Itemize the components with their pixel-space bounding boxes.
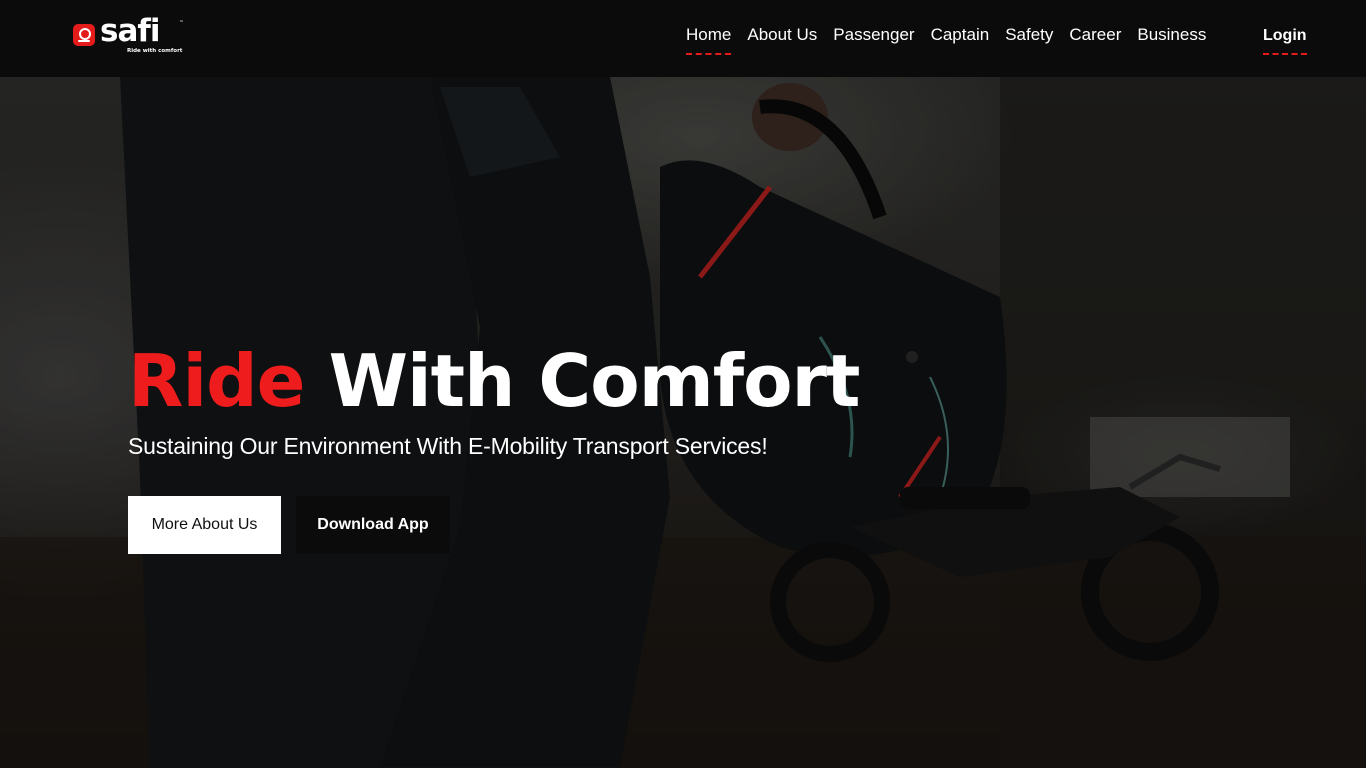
hero-subtitle: Sustaining Our Environment With E-Mobili… xyxy=(128,433,768,459)
hero-title-rest: With Comfort xyxy=(328,339,861,423)
logo-wordmark: safi xyxy=(100,13,160,49)
nav-business[interactable]: Business xyxy=(1137,25,1206,51)
nav-career[interactable]: Career xyxy=(1069,25,1121,51)
trademark-symbol: ™ xyxy=(179,20,184,26)
download-app-button[interactable]: Download App xyxy=(296,496,450,554)
hero-section: Ride With Comfort Sustaining Our Environ… xyxy=(0,77,1366,768)
logo-tagline: Ride with comfort xyxy=(127,48,183,54)
location-pin-icon xyxy=(73,24,95,46)
nav-safety[interactable]: Safety xyxy=(1005,25,1053,51)
navbar: safi ™ Ride with comfort Home About Us P… xyxy=(0,0,1366,77)
nav-home[interactable]: Home xyxy=(686,25,732,55)
page: safi ™ Ride with comfort Home About Us P… xyxy=(0,0,1366,768)
hero-title-accent: Ride xyxy=(128,339,305,423)
main-nav: Home About Us Passenger Captain Safety C… xyxy=(686,25,1222,55)
safi-logo[interactable]: safi ™ Ride with comfort xyxy=(73,16,188,60)
nav-captain[interactable]: Captain xyxy=(931,25,990,51)
more-about-us-button[interactable]: More About Us xyxy=(128,496,281,554)
hero-title: Ride With Comfort xyxy=(128,345,860,417)
nav-passenger[interactable]: Passenger xyxy=(833,25,914,51)
login-link[interactable]: Login xyxy=(1263,27,1307,55)
nav-about-us[interactable]: About Us xyxy=(747,25,817,51)
